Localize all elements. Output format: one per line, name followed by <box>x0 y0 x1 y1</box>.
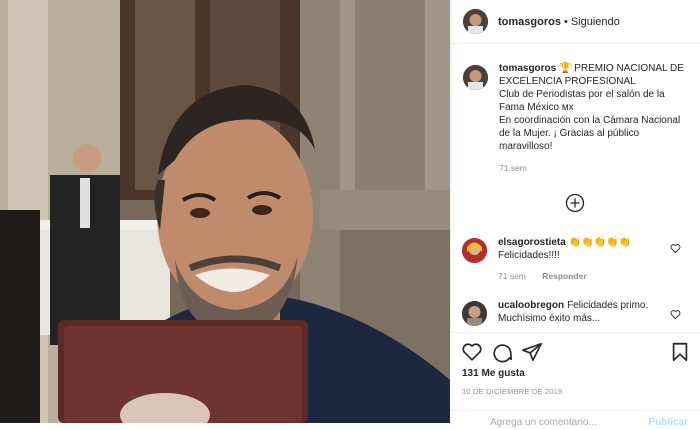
caption-username[interactable]: tomasgoros <box>499 63 556 74</box>
add-comment-bar: Agrega un comentario... Publicar <box>450 410 700 430</box>
share-button[interactable] <box>521 341 543 363</box>
comment-like-button[interactable] <box>670 241 682 259</box>
plus-circle-icon <box>565 193 585 213</box>
post-actions-section: 131 Me gusta 10 DE DICIEMBRE DE 2019 Agr… <box>450 332 700 428</box>
heart-outline-icon <box>670 244 681 254</box>
heart-outline-icon <box>670 310 681 320</box>
comment-item: elsagorostieta 👏👏👏👏👏 Felicidades!!!! 71 s… <box>462 236 692 281</box>
caption-text: tomasgoros 🏆 PREMIO NACIONAL DE EXCELENC… <box>499 62 689 153</box>
caption-body: tomasgoros 🏆 PREMIO NACIONAL DE EXCELENC… <box>499 62 689 173</box>
comment-content-line2: Felicidades!!!! <box>498 250 560 261</box>
comment-like-button[interactable] <box>670 307 682 325</box>
comment-text: ucaloobregon Felicidades primo. Muchísimo… <box>498 299 688 325</box>
avatar[interactable] <box>463 65 488 90</box>
separator-dot: • <box>563 15 568 28</box>
avatar-image <box>463 65 488 90</box>
comment-button[interactable] <box>491 341 513 363</box>
comment-item: ucaloobregon Felicidades primo. Muchísimo… <box>462 299 692 326</box>
post-date[interactable]: 10 DE DICIEMBRE DE 2019 <box>462 387 562 396</box>
comment-time[interactable]: 71 sem <box>498 271 526 281</box>
post-header: tomasgoros • Siguiendo <box>451 0 700 44</box>
heart-outline-icon <box>462 343 482 361</box>
save-button[interactable] <box>669 341 691 363</box>
comment-text: elsagorostieta 👏👏👏👏👏 <box>498 236 688 249</box>
caption-time[interactable]: 71 sem <box>499 163 689 173</box>
comment-body: ucaloobregon Felicidades primo. Muchísimo… <box>498 299 688 326</box>
avatar-image <box>462 301 487 326</box>
comment-body: elsagorostieta 👏👏👏👏👏 Felicidades!!!! 71 s… <box>498 236 688 281</box>
follow-status-button[interactable]: Siguiendo <box>571 16 620 28</box>
avatar-image <box>463 9 488 34</box>
likes-count[interactable]: 131 Me gusta <box>462 368 525 379</box>
selfie-photo-illustration <box>0 0 450 423</box>
load-more-comments-button[interactable] <box>565 193 585 218</box>
comment-username[interactable]: elsagorostieta <box>498 237 566 248</box>
caption-content: PREMIO NACIONAL DE EXCELENCIA PROFESIONA… <box>499 63 684 152</box>
username[interactable]: tomasgoros <box>498 16 561 28</box>
like-button[interactable] <box>461 341 483 363</box>
avatar[interactable] <box>462 238 487 263</box>
caption: tomasgoros 🏆 PREMIO NACIONAL DE EXCELENC… <box>463 62 697 173</box>
avatar[interactable] <box>463 9 488 34</box>
trophy-icon: 🏆 <box>559 63 572 74</box>
comment-content: 👏👏👏👏👏 <box>568 237 632 248</box>
paper-plane-icon <box>522 342 542 362</box>
avatar-image <box>462 238 487 263</box>
post-photo[interactable] <box>0 0 450 423</box>
avatar[interactable] <box>462 301 487 326</box>
bookmark-icon <box>672 342 688 362</box>
reply-button[interactable]: Responder <box>542 271 586 281</box>
comment-bubble-icon <box>493 344 512 363</box>
comment-meta: 71 sem Responder <box>498 271 688 281</box>
comment-username[interactable]: ucaloobregon <box>498 300 564 311</box>
